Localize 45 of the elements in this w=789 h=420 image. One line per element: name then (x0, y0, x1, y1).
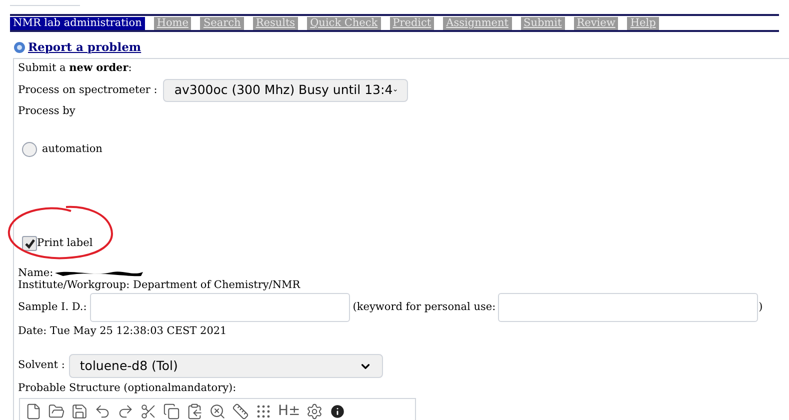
open-folder-icon[interactable] (48, 403, 65, 420)
sample-id-label: Sample I. D.: (18, 300, 87, 315)
settings-icon[interactable] (306, 403, 324, 420)
solvent-label: Solvent : (18, 358, 65, 374)
info-icon[interactable] (329, 403, 346, 420)
closing-paren: ) (758, 300, 763, 315)
hydrogen-button[interactable]: H± (278, 401, 300, 420)
grid-dots-icon[interactable] (255, 403, 272, 420)
redo-icon[interactable] (117, 403, 134, 420)
keyword-label: (keyword for personal use: (352, 300, 496, 315)
nav-tab[interactable]: Review (574, 17, 618, 30)
cut-icon[interactable] (140, 403, 157, 420)
nav-tab[interactable]: Submit (520, 17, 565, 30)
new-file-icon[interactable] (25, 403, 42, 420)
nav-tab[interactable]: Help (627, 17, 659, 30)
radio-button[interactable] (22, 142, 37, 158)
paste-icon[interactable] (186, 403, 203, 420)
help-icon (14, 42, 25, 54)
checkbox[interactable] (22, 236, 37, 252)
nav-tab[interactable]: Predict (390, 17, 434, 30)
date-text: Date: Tue May 25 12:38:03 CEST 2021 (18, 324, 228, 340)
save-icon[interactable] (71, 403, 88, 420)
report-problem-link[interactable]: Report a problem (28, 39, 142, 56)
nav-tab[interactable]: NMR lab administration (10, 17, 145, 30)
nav-tab[interactable]: Home (154, 17, 192, 30)
form-heading: Submit a new order: (18, 61, 133, 76)
nav-tab[interactable]: Quick Check (307, 17, 381, 30)
spectrometer-select[interactable]: av300oc (300 Mhz) Busy until 13:4 (163, 79, 408, 102)
name-label: Name: (18, 267, 54, 280)
keyword-field[interactable] (498, 293, 758, 322)
sample-id-field[interactable] (90, 293, 350, 322)
undo-icon[interactable] (94, 403, 111, 420)
nav-tab[interactable]: Search (200, 17, 244, 30)
nav-tab[interactable]: Assignment (443, 17, 512, 30)
checkbox-label: Print label (37, 236, 93, 250)
solvent-select[interactable]: toluene-d8 (Tol) (68, 354, 383, 378)
nav-tab[interactable]: Results (252, 17, 298, 30)
institute-text: Institute/Workgroup: Department of Chemistry/NMR (18, 279, 302, 292)
radio-label: automation (42, 142, 102, 157)
process-by-label: Process by (18, 104, 76, 119)
copy-icon[interactable] (163, 403, 180, 420)
zoom-icon[interactable] (209, 403, 226, 420)
structure-label: Probable Structure (optionalmandatory): (18, 381, 238, 396)
ruler-icon[interactable] (232, 403, 249, 420)
spectrometer-label: Process on spectrometer : (18, 82, 158, 98)
